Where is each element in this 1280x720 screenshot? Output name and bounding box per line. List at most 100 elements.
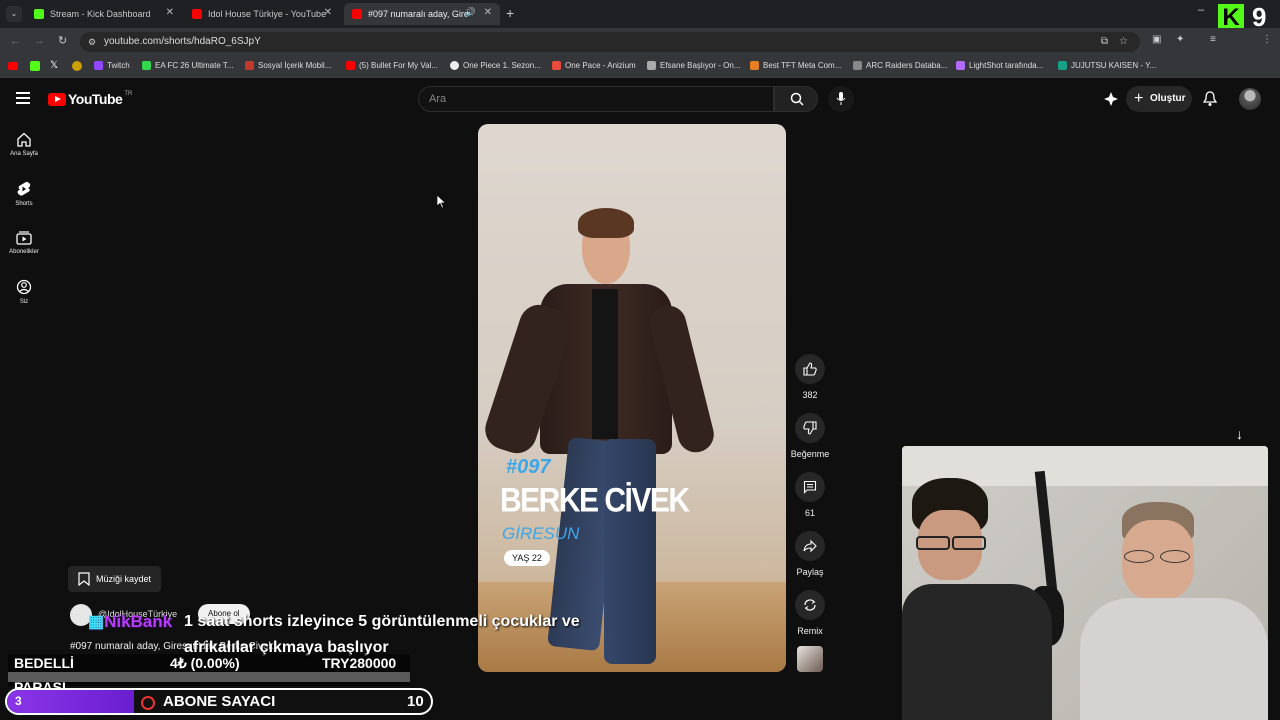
plus-icon: + [1134,90,1144,107]
streamer-left [902,474,1062,720]
bookmark-tft[interactable]: Best TFT Meta Com... [750,61,841,70]
bookmark-favicon-icon [956,61,965,70]
reload-icon[interactable]: ↻ [58,34,67,47]
forward-icon[interactable]: → [34,35,45,47]
remix-icon [804,599,816,611]
cast-icon[interactable]: ▣ [1152,34,1161,45]
region-code: TR [124,91,133,97]
x-bookmark-icon[interactable]: 𝕏 [50,60,58,71]
you-icon [16,279,32,295]
bookmark-star-icon[interactable]: ☆ [1119,32,1128,52]
dislike-label: Beğenme [790,449,830,459]
menu-dots-icon[interactable]: ⋮ [1262,34,1272,45]
abone-counter-widget: 3 ABONE SAYACI 10 [5,688,433,715]
mouse-cursor-icon [437,195,447,209]
bookmark-favicon-icon [142,61,151,70]
like-button[interactable]: 382 [792,354,828,400]
bookmark-one-piece[interactable]: One Piece 1. Sezon... [450,61,541,70]
create-label: Oluştur [1150,93,1186,104]
tab-idol-house[interactable]: Idol House Türkiye - YouTube ✕ [184,3,340,25]
candidate-age: YAŞ 22 [504,550,550,566]
sparkle-icon[interactable] [1104,92,1118,106]
bookmark-eafc[interactable]: EA FC 26 Ultimate T... [142,61,234,70]
close-tab-icon[interactable]: ✕ [484,7,492,18]
search-button[interactable] [774,86,818,112]
site-info-icon[interactable]: ⚙ [88,32,96,52]
url-field[interactable]: ⚙ youtube.com/shorts/hdaRO_6SJpY ⧉ ☆ [80,32,1140,52]
tab-label: Idol House Türkiye - YouTube [208,9,327,19]
bookmark-one-pace[interactable]: One Pace - Anizium [552,61,636,70]
shorts-icon [17,181,31,196]
youtube-wordmark: YouTube [68,91,123,107]
bookmark-twitch[interactable]: Twitch [94,61,130,70]
bedelli-amount: 4₺ (0.00%) [170,655,240,671]
comments-button[interactable]: 61 [792,472,828,518]
create-button[interactable]: + Oluştur [1126,86,1192,112]
shorts-video-player[interactable]: #097 BERKE CİVEK GİRESUN YAŞ 22 [478,124,786,672]
nav-item-home[interactable]: Ana Sayfa [0,132,48,157]
bookmark-sosyal[interactable]: Sosyal İçerik Mobil... [245,61,331,70]
tab-label: #097 numaralı aday, Giresu [368,9,468,19]
bookmark-label: Best TFT Meta Com... [763,61,842,70]
nav-item-shorts[interactable]: Shorts [0,181,48,207]
tab-current-short[interactable]: #097 numaralı aday, Giresu 🔊 ✕ [344,3,500,25]
bookmark-arc[interactable]: ARC Raiders Databa... [853,61,947,70]
bookmark-efsane[interactable]: Efsane Başlıyor - On... [647,61,740,70]
youtube-bookmark-icon[interactable] [8,62,18,70]
nikbank-brand: NikBank [104,612,173,631]
candidate-number: #097 [506,456,551,478]
ticker-line-1: 1 saat shorts izleyince 5 görüntülenmeli… [184,613,580,630]
share-icon [803,539,817,553]
remix-button[interactable]: Remix [792,590,828,636]
bookmark-label: One Piece 1. Sezon... [463,61,541,70]
comment-icon [803,480,817,494]
save-music-button[interactable]: Müziği kaydet [68,566,162,592]
voice-search-button[interactable] [828,86,854,112]
bookmark-favicon-icon [552,61,561,70]
bookmark-favicon-icon [647,61,656,70]
audio-playing-icon[interactable]: 🔊 [465,7,476,18]
close-tab-icon[interactable]: ✕ [166,7,174,18]
tab-kick-dashboard[interactable]: Stream - Kick Dashboard ✕ [26,3,182,25]
abone-progress-fill [7,690,135,713]
misc-bookmark-icon[interactable] [72,61,82,71]
share-button[interactable]: Paylaş [792,531,828,577]
bookmark-favicon-icon [853,61,862,70]
close-tab-icon[interactable]: ✕ [324,7,332,18]
bookmark-bullet[interactable]: (5) Bullet For My Val... [346,61,438,70]
dislike-button[interactable]: Beğenme [790,413,830,459]
bookmark-lightshot[interactable]: LightShot tarafında... [956,61,1043,70]
nav-item-subscriptions[interactable]: Abonelikler [0,231,48,255]
sound-thumbnail[interactable] [797,646,823,672]
bedelli-progress-track [8,672,410,682]
bookmark-label: (5) Bullet For My Val... [359,61,438,70]
subscriptions-icon [16,231,32,245]
bookmark-jujutsu[interactable]: JUJUTSU KAISEN - Y... [1058,61,1156,70]
back-icon[interactable]: ← [10,35,21,47]
new-tab-button[interactable]: + [506,5,514,21]
youtube-subscribe-icon [141,696,155,710]
next-video-icon[interactable]: ↓ [1236,426,1243,442]
bookmark-favicon-icon [450,61,459,70]
minimize-button[interactable]: – [1198,4,1204,16]
tab-list-dropdown[interactable]: ⌄ [6,6,22,22]
bookmark-label: JUJUTSU KAISEN - Y... [1071,61,1157,70]
install-icon[interactable]: ⧉ [1101,32,1108,52]
share-label: Paylaş [796,567,824,577]
kick-bookmark-icon[interactable] [30,61,40,71]
url-text: youtube.com/shorts/hdaRO_6SJpY [104,36,261,47]
hamburger-menu-icon[interactable] [16,92,30,104]
browser-tab-strip: ⌄ Stream - Kick Dashboard ✕ Idol House T… [0,0,1280,32]
bookmark-label: ARC Raiders Databa... [866,61,948,70]
thumbs-down-icon [803,421,817,435]
extensions-icon[interactable]: ✦ [1176,34,1184,45]
nikbank-logo: ▦NikBank [88,612,172,632]
youtube-logo[interactable]: YouTube TR [48,91,132,107]
nav-item-you[interactable]: Siz [0,279,48,305]
search-input[interactable]: Ara [418,86,774,112]
notifications-bell-icon[interactable] [1203,91,1217,107]
youtube-favicon-icon [192,9,202,19]
save-music-label: Müziği kaydet [96,574,152,584]
media-control-icon[interactable]: ≡ [1210,34,1216,45]
avatar[interactable] [1239,88,1261,110]
